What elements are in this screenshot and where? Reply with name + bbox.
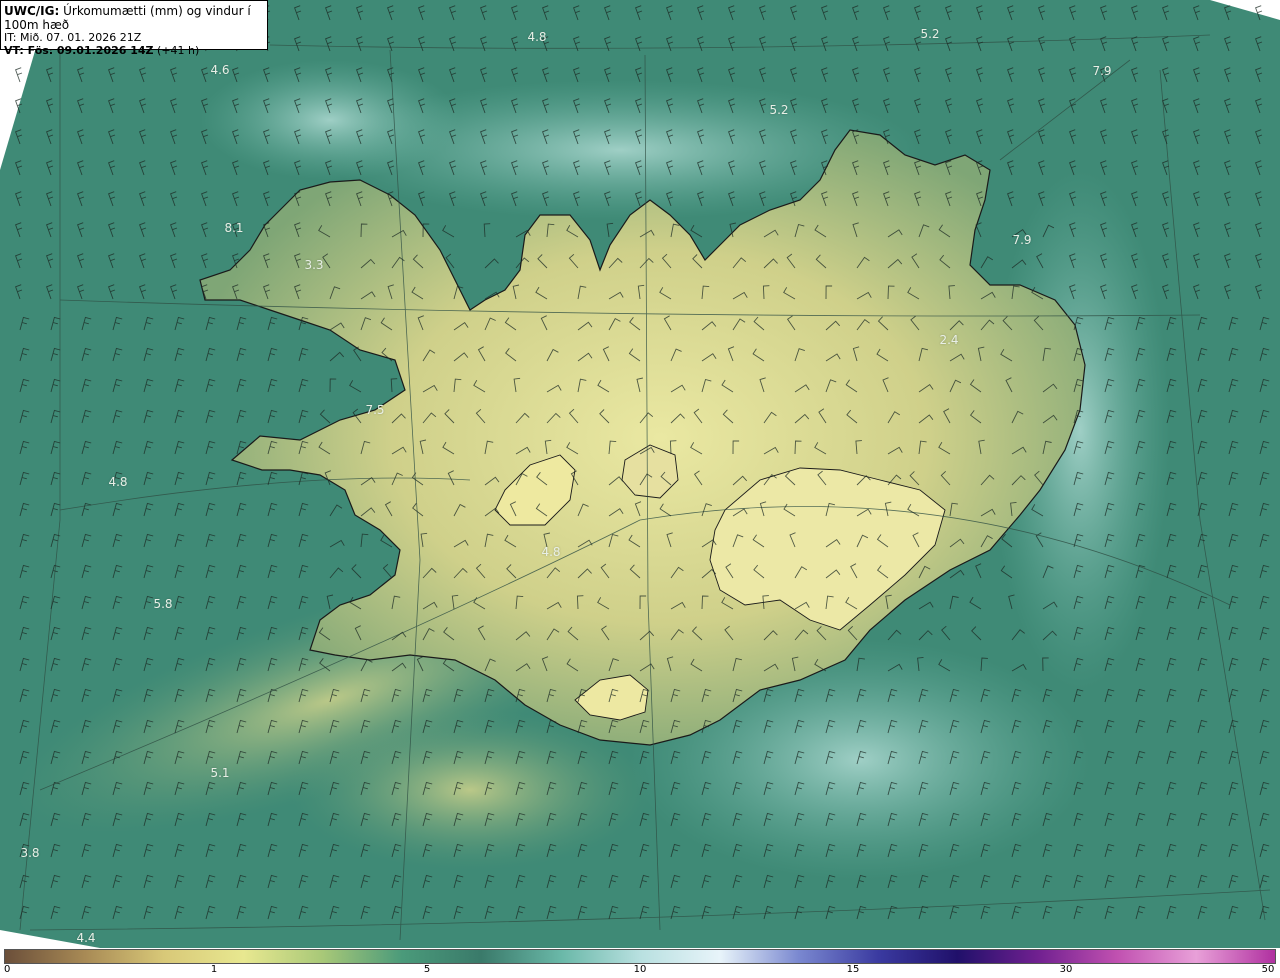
map-value-label: 8.1 (224, 221, 244, 235)
map-value-label: 5.2 (920, 27, 940, 41)
valid-time-line: VT: Fös. 09.01.2026 14Z (+41 h) (4, 44, 264, 58)
colorbar: 0 1 5 10 15 30 50 (0, 948, 1280, 978)
lead-time: (+41 h) (157, 44, 200, 57)
colorbar-tick: 5 (423, 964, 431, 975)
map-value-label: 7.9 (1092, 64, 1112, 78)
map-value-label: 2.4 (939, 333, 959, 347)
product-title-line: UWC/IG: Úrkomumætti (mm) og vindur í 100… (4, 4, 264, 32)
product-code: UWC/IG: (4, 4, 60, 18)
map-value-label: 4.8 (541, 545, 561, 559)
colorbar-strip (4, 949, 1276, 964)
init-time: IT: Mið. 07. 01. 2026 21Z (4, 31, 142, 44)
map-value-label: 5.8 (153, 597, 173, 611)
colorbar-tick: 30 (1059, 964, 1073, 975)
map-value-label: 4.6 (210, 63, 230, 77)
valid-time: VT: Fös. 09.01.2026 14Z (4, 44, 154, 57)
colorbar-tick: 10 (633, 964, 647, 975)
map-value-label: 5.1 (210, 766, 230, 780)
colorbar-tick: 50 (1261, 964, 1275, 975)
map-canvas[interactable] (0, 0, 1280, 948)
map-value-label: 4.4 (76, 931, 96, 945)
map-value-label: 4.8 (108, 475, 128, 489)
colorbar-tick: 0 (4, 964, 11, 975)
map-value-label: 7.9 (1012, 233, 1032, 247)
map-area[interactable]: 4.8 5.2 4.6 7.9 5.2 8.1 3.3 7.9 2.4 7.5 … (0, 0, 1280, 948)
map-value-label: 5.2 (769, 103, 789, 117)
colorbar-tick: 1 (210, 964, 218, 975)
map-info-header: UWC/IG: Úrkomumætti (mm) og vindur í 100… (0, 0, 268, 57)
map-value-label: 3.3 (304, 258, 324, 272)
map-value-label: 3.8 (20, 846, 40, 860)
map-value-label: 7.5 (365, 403, 385, 417)
map-value-label: 4.8 (527, 30, 547, 44)
colorbar-tick: 15 (846, 964, 860, 975)
